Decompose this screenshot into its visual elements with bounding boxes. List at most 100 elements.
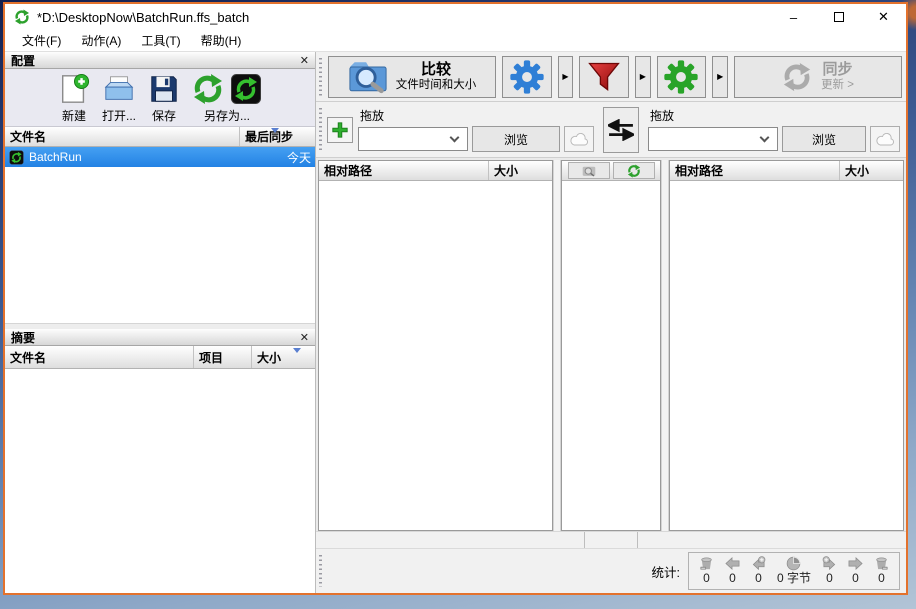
comparison-settings-button[interactable]	[502, 56, 552, 98]
folder-pair-grip[interactable]	[319, 108, 322, 152]
open-config-button[interactable]: 打开...	[102, 73, 136, 124]
sync-settings-button[interactable]	[657, 56, 707, 98]
open-folder-icon	[103, 73, 135, 105]
sort-indicator-icon	[293, 348, 301, 353]
hscroll-right-track	[638, 532, 906, 548]
desktop-wallpaper: *D:\DesktopNow\BatchRun.ffs_batch – ✕ 文件…	[0, 0, 916, 609]
add-folder-pair-button[interactable]	[327, 117, 353, 143]
right-cloud-button[interactable]	[870, 126, 900, 152]
preview-search-icon	[581, 164, 597, 178]
stat-bytes: 0 字节	[777, 556, 811, 585]
stat-create-left: 0	[751, 556, 766, 585]
main-body: 配置 ✕ 新建	[5, 52, 906, 593]
sync-direction-button[interactable]	[613, 162, 655, 179]
toolbar-grip[interactable]	[319, 58, 322, 96]
overview-body[interactable]	[5, 369, 315, 593]
swap-sides-button[interactable]	[603, 107, 639, 153]
freefilesync-window: *D:\DesktopNow\BatchRun.ffs_batch – ✕ 文件…	[3, 2, 908, 595]
filter-funnel-icon	[586, 59, 622, 95]
save-as-label: 另存为...	[204, 107, 250, 124]
statistics-grip[interactable]	[319, 555, 322, 587]
arrow-left-icon	[725, 556, 740, 571]
config-col-filename[interactable]: 文件名	[5, 127, 239, 146]
arrow-right-plus-icon	[822, 556, 837, 571]
menu-tools[interactable]: 工具(T)	[132, 30, 189, 51]
right-col-relpath[interactable]: 相对路径	[670, 161, 839, 180]
maximize-button[interactable]	[816, 4, 861, 30]
right-browse-button[interactable]: 浏览	[782, 126, 866, 152]
save-as-sync-icon	[192, 73, 224, 105]
save-config-button[interactable]: 保存	[148, 73, 180, 124]
main-toolbar: 比较 文件时间和大小	[316, 52, 906, 102]
right-col-size[interactable]: 大小	[839, 161, 903, 180]
save-as-button[interactable]: 另存为...	[192, 73, 262, 124]
config-list[interactable]: BatchRun 今天	[5, 147, 315, 323]
left-file-grid[interactable]: 相对路径 大小	[318, 160, 553, 531]
stat-value: 0	[878, 571, 885, 585]
left-col-size[interactable]: 大小	[488, 161, 552, 180]
compare-folder-search-icon	[348, 59, 388, 94]
new-config-button[interactable]: 新建	[58, 73, 90, 124]
left-col-relpath[interactable]: 相对路径	[319, 161, 488, 180]
left-cloud-button[interactable]	[564, 126, 594, 152]
menu-file[interactable]: 文件(F)	[13, 30, 70, 51]
minimize-button[interactable]: –	[771, 4, 816, 30]
delete-right-icon	[874, 556, 889, 571]
right-file-grid[interactable]: 相对路径 大小	[669, 160, 904, 531]
compare-button[interactable]: 比较 文件时间和大小	[328, 56, 496, 98]
menu-bar: 文件(F) 动作(A) 工具(T) 帮助(H)	[5, 30, 906, 52]
stat-value: 0	[703, 571, 710, 585]
compare-button-label: 比较	[421, 61, 451, 78]
sync-button-label: 同步	[823, 61, 853, 78]
overview-panel-close-icon[interactable]: ✕	[300, 331, 309, 344]
menu-help[interactable]: 帮助(H)	[192, 30, 251, 51]
comparison-grids: 相对路径 大小	[316, 158, 906, 531]
save-as-batch-icon	[230, 73, 262, 105]
dropdown-arrow-icon: ▶	[640, 72, 646, 81]
blue-gear-icon	[509, 59, 545, 95]
synchronize-button[interactable]: 同步 更新 >	[734, 56, 902, 98]
config-row-batchrun[interactable]: BatchRun 今天	[5, 147, 315, 167]
sync-settings-dropdown[interactable]: ▶	[712, 56, 728, 98]
filter-settings-dropdown[interactable]: ▶	[635, 56, 651, 98]
menu-actions[interactable]: 动作(A)	[72, 30, 130, 51]
view-type-button[interactable]	[568, 162, 610, 179]
left-folder-combobox[interactable]	[358, 127, 468, 151]
green-gear-icon	[663, 59, 699, 95]
stat-value: 0	[852, 571, 859, 585]
close-button[interactable]: ✕	[861, 4, 906, 30]
overview-col-size[interactable]: 大小	[251, 346, 315, 368]
left-browse-button[interactable]: 浏览	[472, 126, 560, 152]
middle-grid-body[interactable]	[562, 181, 660, 530]
right-grid-body[interactable]	[670, 181, 903, 530]
arrow-right-icon	[848, 556, 863, 571]
dropdown-arrow-icon: ▶	[562, 72, 568, 81]
left-grid-body[interactable]	[319, 181, 552, 530]
overview-col-filename[interactable]: 文件名	[5, 346, 193, 368]
config-list-header: 文件名 最后同步	[5, 127, 315, 147]
stat-value: 0 字节	[777, 571, 811, 585]
middle-grid[interactable]	[561, 160, 661, 531]
right-drop-label: 拖放	[650, 107, 900, 124]
right-folder-combobox[interactable]	[648, 127, 778, 151]
title-bar[interactable]: *D:\DesktopNow\BatchRun.ffs_batch – ✕	[5, 4, 906, 30]
config-panel-close-icon[interactable]: ✕	[300, 54, 309, 67]
hscroll-middle-track	[584, 532, 638, 548]
stat-value: 0	[729, 571, 736, 585]
plus-icon	[331, 121, 349, 139]
filter-settings-button[interactable]	[579, 56, 629, 98]
arrow-left-plus-icon	[751, 556, 766, 571]
save-floppy-icon	[148, 73, 180, 105]
horizontal-scrollbar[interactable]	[316, 531, 906, 548]
batch-job-icon	[9, 150, 24, 165]
stat-value: 0	[826, 571, 833, 585]
overview-col-items[interactable]: 项目	[193, 346, 251, 368]
config-panel-caption: 配置 ✕	[5, 52, 315, 69]
left-vertical-scrollbar[interactable]	[553, 160, 561, 531]
overview-panel-title: 摘要	[11, 329, 35, 346]
close-icon: ✕	[878, 9, 889, 25]
comparison-settings-dropdown[interactable]: ▶	[558, 56, 574, 98]
right-vertical-scrollbar[interactable]	[661, 160, 669, 531]
sync-variant-label: 更新 >	[821, 79, 854, 92]
minimize-icon: –	[790, 10, 797, 25]
